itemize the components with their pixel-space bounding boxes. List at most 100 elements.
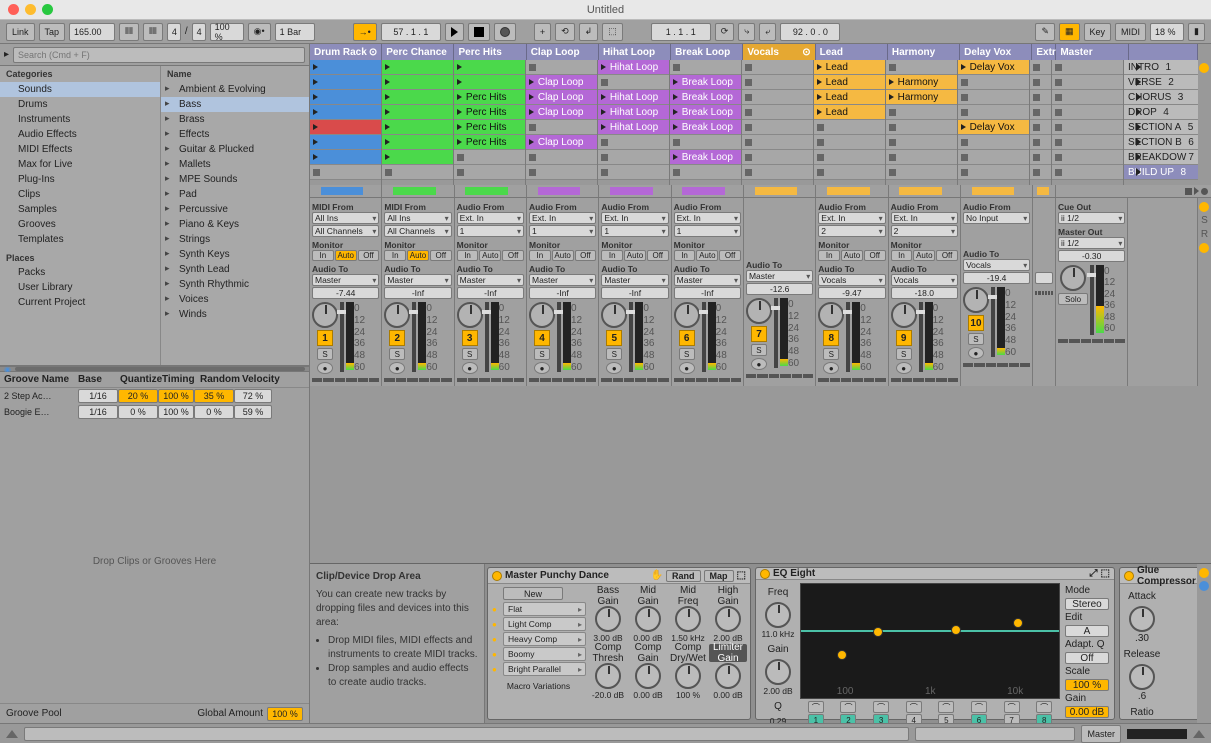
audio-to[interactable]: Master	[457, 274, 524, 286]
arm-button[interactable]: ●	[389, 362, 405, 374]
tempo-nudge-down[interactable]: ⦀⦀	[119, 23, 139, 41]
category-item[interactable]: Samples	[0, 202, 160, 217]
audio-to[interactable]: Vocals	[963, 259, 1030, 271]
eq-gain-knob[interactable]	[765, 659, 791, 685]
volume-slider[interactable]	[557, 302, 561, 372]
clip-slot[interactable]: Clap Loop	[526, 105, 597, 120]
hand-icon[interactable]: ✋	[651, 570, 663, 581]
clip-slot[interactable]: Harmony	[886, 90, 957, 105]
midi-ch[interactable]: All Channels	[384, 225, 451, 237]
eq-band-type[interactable]: ⌒	[1036, 701, 1052, 713]
clip-slot[interactable]	[310, 105, 381, 120]
volume-display[interactable]: -18.0	[891, 287, 958, 299]
io-section-icon[interactable]	[1199, 202, 1209, 212]
audio-to[interactable]: Master	[674, 274, 741, 286]
punch-in-button[interactable]: ⤷	[738, 23, 755, 41]
clip-slot[interactable]	[886, 135, 957, 150]
track-activator[interactable]: 6	[679, 330, 695, 346]
map-button[interactable]: Map	[704, 570, 734, 582]
mon-off[interactable]: Off	[647, 250, 669, 261]
mon-in[interactable]: In	[384, 250, 406, 261]
pan-knob[interactable]	[674, 302, 700, 328]
clip-slot[interactable]: Delay Vox	[958, 120, 1029, 135]
eq-band-type[interactable]: ⌒	[1004, 701, 1020, 713]
clip-slot[interactable]	[1030, 75, 1051, 90]
master-stop-slot[interactable]	[1052, 60, 1123, 75]
track-fold-icon[interactable]: ⊙	[802, 47, 810, 58]
clip-slot[interactable]	[886, 60, 957, 75]
volume-slider[interactable]	[340, 302, 344, 372]
groove-cell[interactable]: 35 %	[194, 389, 234, 403]
volume-display[interactable]: -Inf	[529, 287, 596, 299]
keyboard-button[interactable]: ▦	[1059, 23, 1080, 41]
mon-auto[interactable]: Auto	[696, 250, 718, 261]
clip-slot[interactable]	[1030, 60, 1051, 75]
groove-cell[interactable]: 59 %	[234, 405, 272, 419]
macro-knob[interactable]	[595, 663, 621, 689]
track-activator[interactable]: 7	[751, 326, 767, 342]
volume-display[interactable]: -Inf	[457, 287, 524, 299]
eq-band-type[interactable]: ⌒	[808, 701, 824, 713]
mon-auto[interactable]: Auto	[479, 250, 501, 261]
master-out[interactable]: ii 1/2	[1058, 237, 1125, 249]
clip-slot[interactable]: Clap Loop	[526, 135, 597, 150]
audio-from[interactable]: No Input	[963, 212, 1030, 224]
track-activator[interactable]: 3	[462, 330, 478, 346]
clip-slot[interactable]	[526, 165, 597, 180]
master-stop-slot[interactable]	[1052, 135, 1123, 150]
volume-slider[interactable]	[919, 302, 923, 372]
clip-slot[interactable]: Delay Vox	[958, 60, 1029, 75]
clip-slot[interactable]: Lead	[814, 90, 885, 105]
volume-slider[interactable]	[629, 302, 633, 372]
cue-out[interactable]: ii 1/2	[1058, 212, 1125, 224]
audio-to[interactable]: Vocals	[891, 274, 958, 286]
master-stop-slot[interactable]	[1052, 165, 1123, 180]
audio-from[interactable]: Ext. In	[529, 212, 596, 224]
volume-display[interactable]: -7.44	[312, 287, 379, 299]
solo-button[interactable]: Solo	[1058, 293, 1088, 305]
groove-cell[interactable]: 1/16	[78, 405, 118, 419]
category-item[interactable]: Instruments	[0, 112, 160, 127]
groove-cell[interactable]: 20 %	[118, 389, 158, 403]
eq-band-type[interactable]: ⌒	[938, 701, 954, 713]
volume-slider[interactable]	[412, 302, 416, 372]
eq-save-icon[interactable]: ⬚	[1101, 568, 1110, 579]
mon-off[interactable]: Off	[502, 250, 524, 261]
clip-slot[interactable]	[742, 90, 813, 105]
category-item[interactable]: Max for Live	[0, 157, 160, 172]
solo-button[interactable]: S	[751, 344, 767, 356]
metronome-button[interactable]: ◉•	[248, 23, 271, 41]
track-header[interactable]: Harmony	[888, 44, 960, 60]
clip-slot[interactable]	[382, 120, 453, 135]
audio-from[interactable]: Ext. In	[601, 212, 668, 224]
mon-off[interactable]: Off	[575, 250, 597, 261]
clip-slot[interactable]	[310, 165, 381, 180]
mon-in[interactable]: In	[674, 250, 696, 261]
audio-from[interactable]: Ext. In	[457, 212, 524, 224]
clip-slot[interactable]	[958, 90, 1029, 105]
volume-display[interactable]	[1035, 272, 1053, 284]
midi-ch[interactable]: All Channels	[312, 225, 379, 237]
track-header[interactable]: Hihat Loop	[599, 44, 671, 60]
solo-button[interactable]: S	[462, 348, 478, 360]
groove-cell[interactable]: 0 %	[194, 405, 234, 419]
pan-knob[interactable]	[312, 302, 338, 328]
sig-den-field[interactable]: 4	[192, 23, 206, 41]
pan-knob[interactable]	[1060, 265, 1086, 291]
browser-name-item[interactable]: Brass	[161, 112, 309, 127]
master-stop-slot[interactable]	[1052, 150, 1123, 165]
groove-cell[interactable]: 100 %	[158, 405, 194, 419]
global-amount-field[interactable]: 100 %	[267, 707, 303, 721]
macro-knob[interactable]	[675, 606, 701, 632]
mon-in[interactable]: In	[312, 250, 334, 261]
master-stop-slot[interactable]	[1052, 120, 1123, 135]
place-item[interactable]: Packs	[0, 265, 160, 280]
clip-slot[interactable]	[598, 150, 669, 165]
clip-slot[interactable]: Hihat Loop	[598, 105, 669, 120]
arm-button[interactable]: ●	[462, 362, 478, 374]
browser-name-item[interactable]: Guitar & Plucked	[161, 142, 309, 157]
eq-band-on[interactable]: 3	[873, 714, 889, 723]
clip-slot[interactable]	[382, 135, 453, 150]
scene-slot[interactable]: INTRO1	[1124, 60, 1198, 75]
browser-name-item[interactable]: Bass	[161, 97, 309, 112]
